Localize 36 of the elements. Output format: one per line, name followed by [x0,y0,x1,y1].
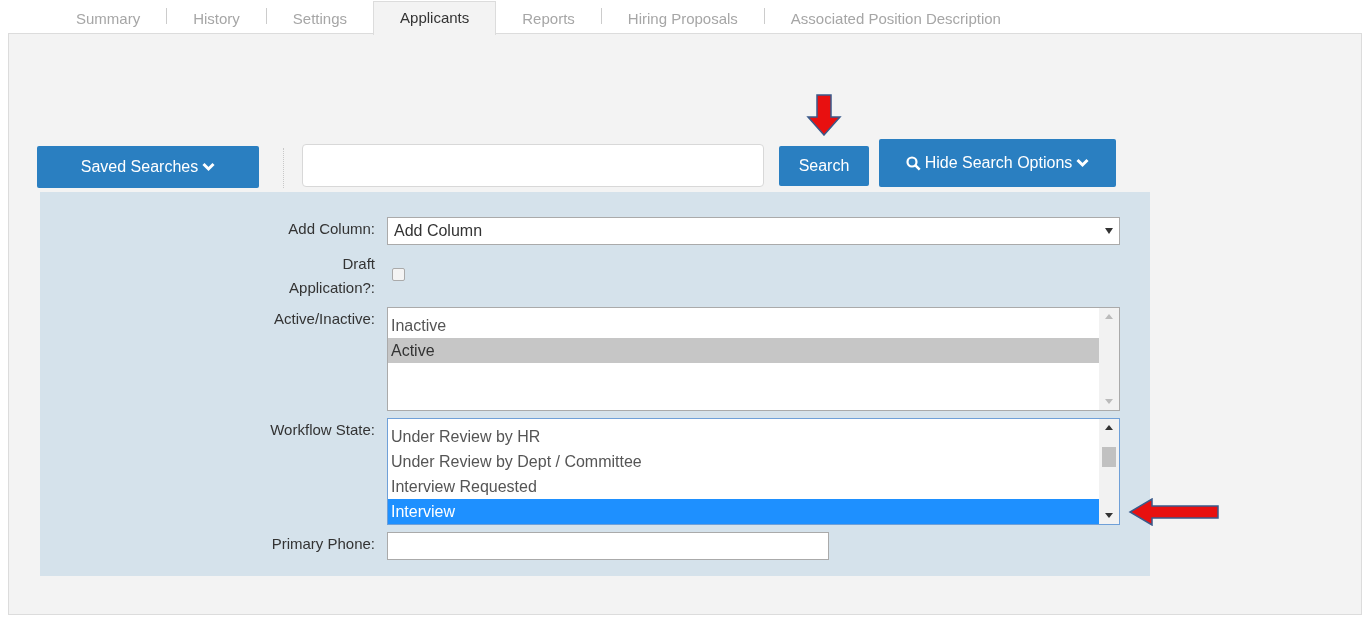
search-field[interactable] [302,144,764,187]
tab[interactable]: Summary [50,4,167,34]
tab[interactable]: Settings [266,4,374,34]
search-button[interactable]: Search [779,146,869,186]
scroll-down-icon[interactable] [1105,513,1113,518]
primary-phone-field[interactable] [387,532,829,560]
caret-icon [1105,228,1113,234]
tab[interactable]: Associated Position Description [764,4,1027,34]
saved-searches-button[interactable]: Saved Searches [37,146,259,188]
tab[interactable]: Reports [496,4,601,34]
list-option[interactable]: Under Review by Dept / Committee [388,449,1099,474]
scrollbar[interactable] [1099,419,1119,524]
workflow-state-listbox[interactable]: Under Review by HR Under Review by Dept / Committee Interview Requested Interview [387,418,1120,525]
add-column-dropdown[interactable]: Add Column [387,217,1120,245]
checkbox[interactable] [392,268,405,281]
field-label: Draft Application?: [288,254,375,298]
left-arrow-icon [1128,498,1220,526]
chevron-down-icon [202,162,216,172]
field-label: Active/Inactive: [273,309,375,329]
field-label: Workflow State: [269,420,375,440]
tab[interactable]: History [167,4,266,34]
hide-search-options-button[interactable]: Hide Search Options [879,139,1116,187]
list-option[interactable]: Interview [388,499,1099,524]
field-label: Primary Phone: [270,534,375,554]
list-option[interactable]: Under Review by HR [388,424,1099,449]
list-option[interactable]: Inactive [388,313,1099,338]
list-option[interactable]: Interview Requested [388,474,1099,499]
down-arrow-icon [806,94,842,136]
tab[interactable]: Applicants [373,1,497,35]
list-option[interactable]: Active [388,338,1099,363]
tab[interactable]: Hiring Proposals [601,4,764,34]
scroll-up-icon[interactable] [1105,425,1113,430]
scroll-thumb[interactable] [1102,446,1116,467]
chevron-down-icon [1076,158,1090,168]
field-label: Add Column: [287,219,375,239]
search-icon [905,155,921,171]
